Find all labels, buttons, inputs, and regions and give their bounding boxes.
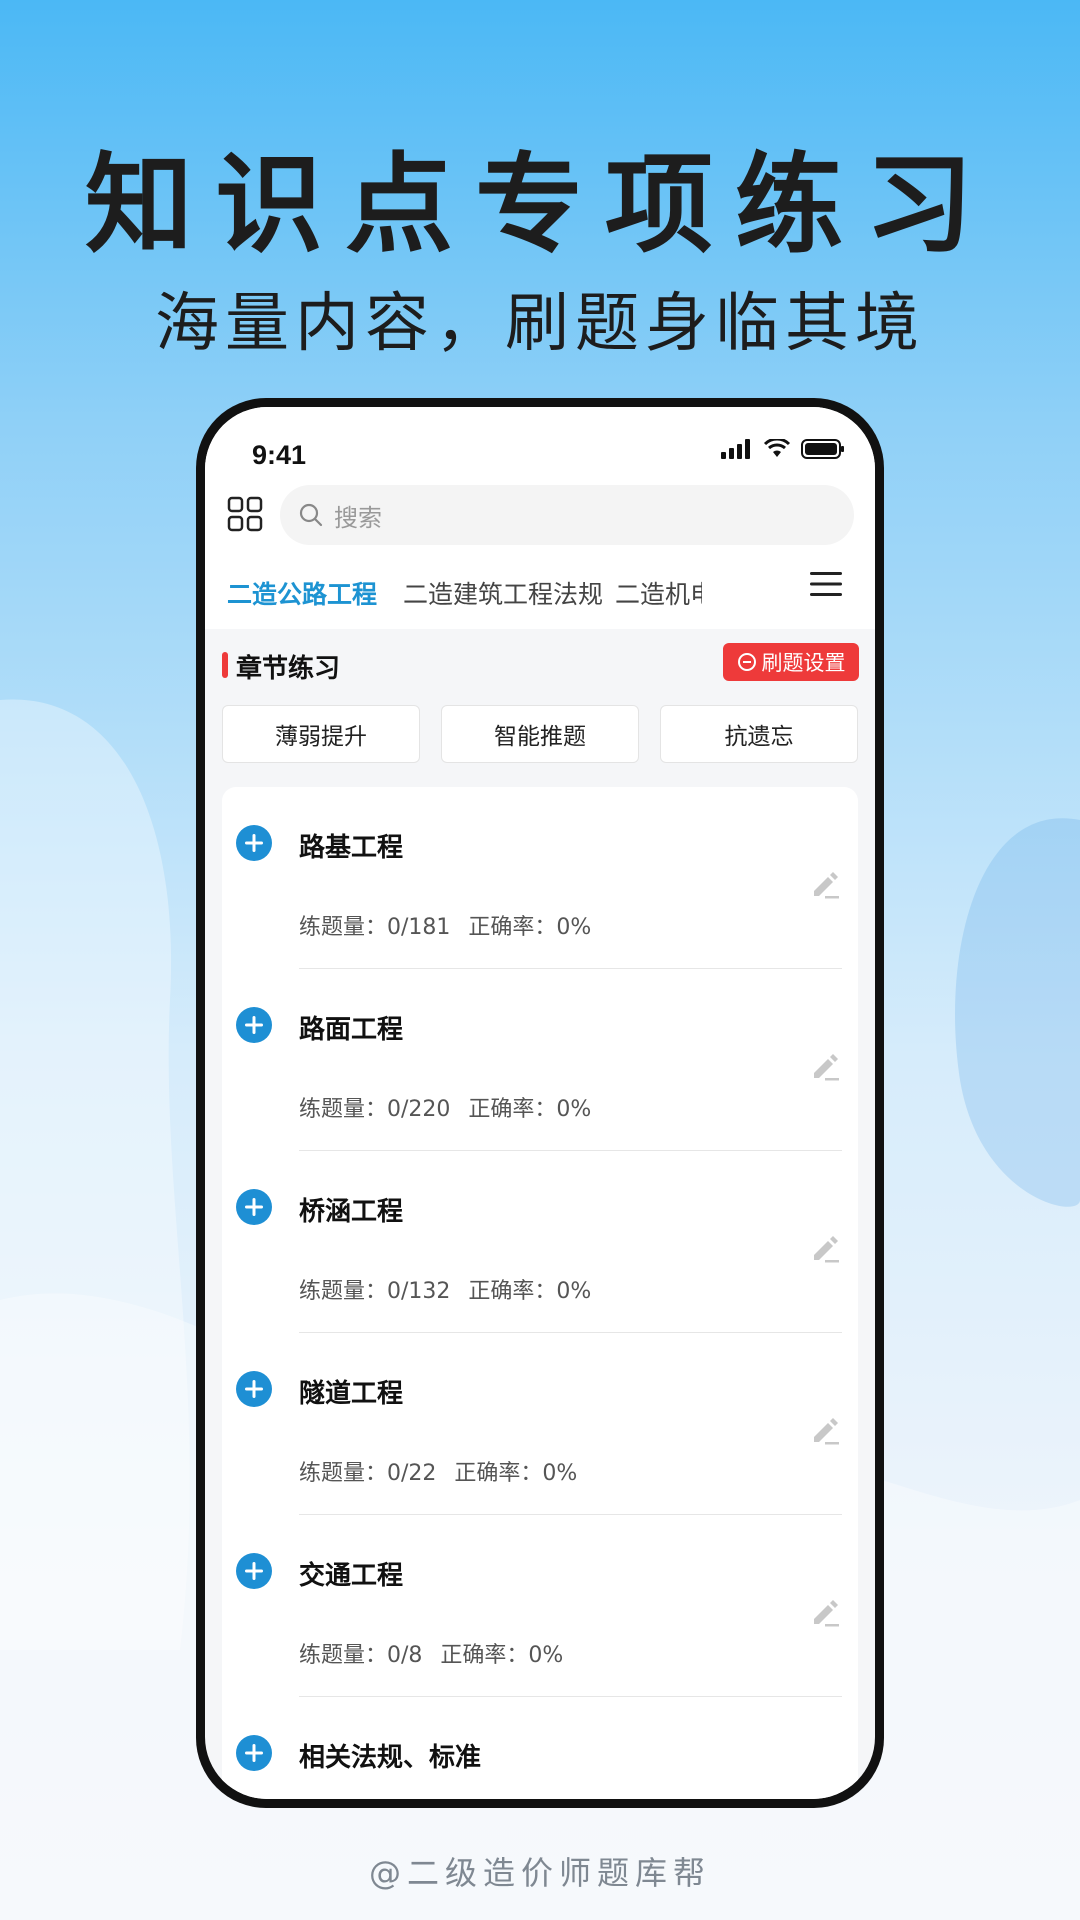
chapter-list: 路基工程 练题量：0/181 正确率：0% 路面工程 练题量：0/220 正确率：0… xyxy=(222,787,858,1799)
plus-circle-icon[interactable] xyxy=(236,1371,272,1407)
plus-circle-icon[interactable] xyxy=(236,1553,272,1589)
plus-circle-icon[interactable] xyxy=(236,1735,272,1771)
tab-highway[interactable]: 二造公路工程 xyxy=(227,575,377,611)
list-item[interactable]: 路面工程 练题量：0/220 正确率：0% xyxy=(222,969,858,1151)
promo-subheadline: 海量内容，刷题身临其境 xyxy=(155,287,925,361)
weak-improve-button[interactable]: 薄弱提升 xyxy=(222,705,420,763)
search-input[interactable]: 搜索 xyxy=(280,485,854,545)
chapter-stats: 练题量：0/220 正确率：0% xyxy=(299,1097,592,1122)
plus-circle-icon[interactable] xyxy=(236,1007,272,1043)
chapter-stats: 练题量：0/132 正确率：0% xyxy=(299,1279,592,1304)
wifi-icon xyxy=(763,439,791,457)
app-screen: 9:41 搜索 二造公路工程 二造建筑工程法规 二造机 章节练习 刷题设置 薄弱… xyxy=(205,407,875,1799)
chapter-title: 路基工程 xyxy=(299,833,404,863)
edit-icon[interactable] xyxy=(808,1231,842,1265)
chapter-title: 路面工程 xyxy=(299,1015,404,1045)
chapter-stats: 练题量：0/181 正确率：0% xyxy=(299,915,592,940)
edit-icon[interactable] xyxy=(808,1413,842,1447)
practice-settings-label: 刷题设置 xyxy=(761,651,846,675)
battery-icon xyxy=(801,439,844,459)
phone-frame: 9:41 搜索 二造公路工程 二造建筑工程法规 二造机 章节练习 刷题设置 薄弱… xyxy=(196,398,884,1808)
chapter-title: 交通工程 xyxy=(299,1561,404,1591)
search-icon xyxy=(299,503,323,527)
tab-mechanical[interactable]: 二造机电 xyxy=(615,575,702,611)
chapter-title: 隧道工程 xyxy=(299,1379,404,1409)
list-item[interactable]: 路基工程 练题量：0/181 正确率：0% xyxy=(222,787,858,969)
practice-settings-button[interactable]: 刷题设置 xyxy=(723,643,859,681)
chapter-stats: 练题量：0/22 正确率：0% xyxy=(299,1461,578,1486)
section-title: 章节练习 xyxy=(236,654,341,684)
menu-icon[interactable] xyxy=(810,570,842,598)
section-marker xyxy=(222,652,228,678)
search-placeholder: 搜索 xyxy=(334,503,382,532)
edit-icon[interactable] xyxy=(808,1049,842,1083)
signal-icon xyxy=(721,439,750,459)
promo-credit: @二级造价师题库帮 xyxy=(368,1854,711,1892)
list-item[interactable]: 桥涵工程 练题量：0/132 正确率：0% xyxy=(222,1151,858,1333)
anti-forget-button[interactable]: 抗遗忘 xyxy=(660,705,858,763)
edit-icon[interactable] xyxy=(808,867,842,901)
list-item[interactable]: 相关法规、标准 xyxy=(222,1697,858,1799)
edit-icon[interactable] xyxy=(808,1595,842,1629)
category-tabs: 二造公路工程 二造建筑工程法规 二造机电 xyxy=(205,567,875,617)
apps-grid-icon[interactable] xyxy=(227,496,263,532)
status-time: 9:41 xyxy=(252,440,307,470)
smart-recommend-button[interactable]: 智能推题 xyxy=(441,705,639,763)
list-item[interactable]: 交通工程 练题量：0/8 正确率：0% xyxy=(222,1515,858,1697)
chapter-title: 相关法规、标准 xyxy=(299,1743,482,1773)
chapter-stats: 练题量：0/8 正确率：0% xyxy=(299,1643,564,1668)
plus-circle-icon[interactable] xyxy=(236,825,272,861)
list-item[interactable]: 隧道工程 练题量：0/22 正确率：0% xyxy=(222,1333,858,1515)
status-icons xyxy=(721,439,845,459)
settings-icon xyxy=(737,653,756,671)
tab-building-law[interactable]: 二造建筑工程法规 xyxy=(403,575,603,611)
plus-circle-icon[interactable] xyxy=(236,1189,272,1225)
chapter-title: 桥涵工程 xyxy=(299,1197,404,1227)
promo-headline: 知识点专项练习 xyxy=(84,143,995,268)
